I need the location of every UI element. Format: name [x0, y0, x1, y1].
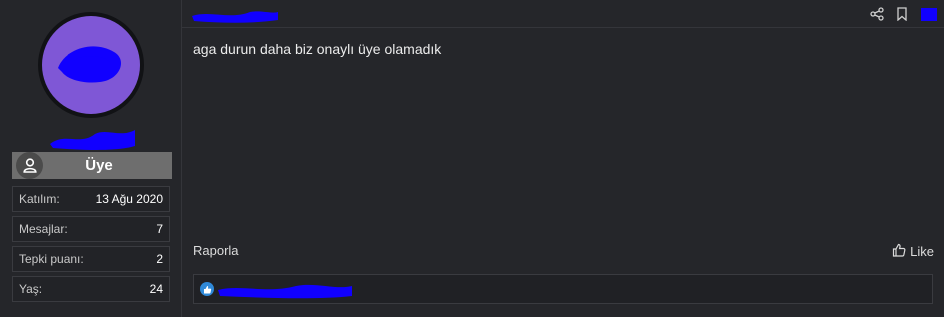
post-message: aga durun daha biz onaylı üye olamadık — [193, 41, 442, 57]
stat-joined: Katılım: 13 Ağu 2020 — [12, 186, 170, 212]
share-icon[interactable] — [870, 7, 884, 21]
stat-label: Katılım: — [19, 192, 60, 206]
post-body: aga durun daha biz onaylı üye olamadık R… — [182, 0, 944, 317]
stat-value: 13 Ağu 2020 — [95, 192, 163, 206]
reactions-bar[interactable] — [193, 274, 933, 304]
report-link[interactable]: Raporla — [193, 243, 239, 258]
post-number-redacted[interactable] — [920, 6, 938, 22]
post-actions — [870, 6, 938, 22]
stat-value: 2 — [156, 252, 163, 266]
bookmark-icon[interactable] — [896, 7, 908, 21]
role-label: Üye — [85, 157, 113, 174]
stat-messages: Mesajlar: 7 — [12, 216, 170, 242]
like-button[interactable]: Like — [892, 243, 934, 260]
stat-reaction-score: Tepki puanı: 2 — [12, 246, 170, 272]
stat-age: Yaş: 24 — [12, 276, 170, 302]
role-badge: Üye — [12, 152, 172, 179]
stat-value: 24 — [149, 282, 163, 296]
reaction-users-redacted[interactable] — [216, 280, 356, 300]
post-header — [182, 0, 944, 28]
like-icon — [892, 243, 906, 260]
avatar[interactable] — [36, 10, 146, 120]
author-name-redacted[interactable] — [190, 8, 280, 24]
stat-label: Yaş: — [19, 282, 43, 296]
like-label: Like — [910, 244, 934, 259]
user-info-panel: Üye Katılım: 13 Ağu 2020 Mesajlar: 7 Tep… — [0, 0, 182, 317]
username-redacted[interactable] — [45, 124, 140, 152]
reaction-like-icon — [200, 282, 214, 296]
stat-label: Tepki puanı: — [19, 252, 84, 266]
stat-value: 7 — [156, 222, 163, 236]
stat-label: Mesajlar: — [19, 222, 68, 236]
